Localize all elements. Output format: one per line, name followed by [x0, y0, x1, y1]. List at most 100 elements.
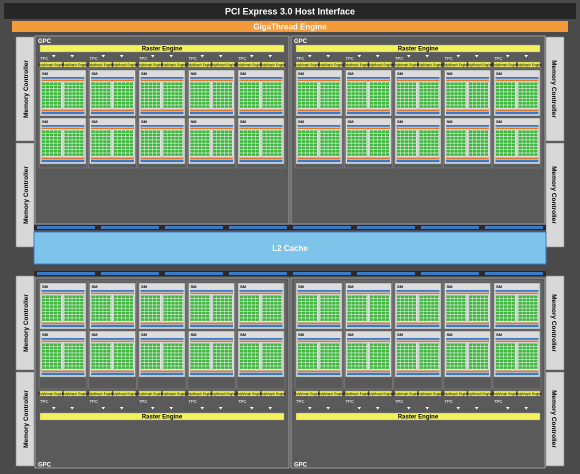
cuda-core — [107, 130, 111, 134]
cuda-core — [125, 95, 130, 99]
cuda-core — [480, 89, 485, 92]
cuda-core — [408, 363, 413, 366]
sm-instruction-cache — [140, 338, 184, 340]
cuda-core — [213, 92, 217, 95]
sm-texture-unit — [495, 111, 539, 115]
cuda-core — [278, 311, 282, 315]
cuda-core — [458, 343, 462, 347]
cuda-core — [458, 318, 462, 321]
cuda-core — [507, 89, 512, 92]
sm-texture-unit — [190, 159, 233, 163]
cuda-core — [373, 295, 378, 299]
cuda-core — [42, 98, 46, 102]
cuda-core — [454, 363, 458, 366]
cuda-core — [243, 298, 248, 302]
cuda-core — [530, 363, 534, 366]
gigathread-label: GigaThread Engine — [253, 23, 327, 32]
cuda-core — [107, 353, 111, 356]
cuda-core — [435, 92, 439, 95]
cuda-core — [530, 153, 534, 156]
cuda-core — [274, 343, 278, 347]
cuda-core — [472, 150, 477, 153]
cuda-core — [480, 102, 485, 105]
cuda-core — [49, 353, 54, 356]
sm-warp-scheduler — [190, 292, 233, 294]
cuda-core — [45, 308, 50, 312]
cuda-core — [64, 366, 68, 369]
cuda-core — [49, 92, 54, 95]
cuda-core — [202, 105, 206, 108]
cuda-core — [156, 82, 160, 86]
cuda-core — [144, 82, 149, 86]
cuda-core — [129, 143, 133, 147]
cuda-core — [305, 82, 310, 86]
cuda-core — [45, 298, 50, 302]
cuda-core — [412, 137, 416, 140]
cuda-core — [469, 130, 473, 134]
cuda-core — [397, 137, 401, 140]
cuda-core — [194, 85, 198, 89]
sm-instruction-cache — [91, 125, 134, 127]
cuda-core — [309, 153, 314, 156]
cuda-core — [385, 311, 389, 315]
cuda-core — [363, 140, 367, 143]
sm-load-store — [190, 322, 233, 325]
cuda-core — [476, 140, 481, 143]
cuda-core — [298, 350, 302, 353]
cuda-core — [64, 343, 68, 347]
cuda-core — [144, 350, 149, 353]
cuda-core — [400, 359, 405, 363]
cuda-core — [198, 89, 202, 92]
cuda-core — [408, 305, 413, 308]
cuda-core — [480, 311, 485, 315]
cuda-core — [278, 105, 282, 108]
cuda-core — [518, 133, 522, 137]
cuda-core — [224, 85, 229, 89]
cuda-core — [377, 153, 382, 156]
cuda-core — [313, 350, 317, 353]
cuda-core — [49, 346, 54, 350]
cuda-core — [324, 146, 328, 150]
cuda-core — [298, 346, 302, 350]
cuda-core — [251, 130, 256, 134]
cuda-core — [103, 298, 107, 302]
sm-label: SM — [240, 71, 247, 76]
cuda-core — [305, 85, 310, 89]
cuda-core — [355, 350, 359, 353]
sm-label: SM — [348, 71, 355, 76]
sm-load-store — [41, 370, 85, 373]
sm-label: SM — [92, 71, 99, 76]
cuda-core — [484, 153, 488, 156]
cuda-core — [381, 346, 386, 350]
crossbar-segment — [37, 272, 95, 275]
cuda-core — [534, 85, 538, 89]
cuda-core — [270, 150, 274, 153]
cuda-core — [53, 102, 58, 105]
cuda-core — [270, 346, 274, 350]
cuda-core — [240, 315, 244, 318]
cuda-core — [64, 311, 68, 315]
cuda-core — [42, 298, 46, 302]
sm-instruction-cache — [347, 338, 390, 340]
cuda-core — [114, 143, 118, 147]
sm-load-store — [495, 109, 539, 112]
cuda-core — [469, 102, 473, 105]
cuda-core — [262, 302, 266, 305]
cuda-core — [313, 150, 317, 153]
cuda-core — [313, 82, 317, 86]
sm-warp-scheduler — [396, 292, 440, 294]
cuda-core — [400, 308, 405, 312]
cuda-core — [243, 92, 248, 95]
cuda-core — [363, 153, 367, 156]
cuda-core — [107, 153, 111, 156]
cuda-core — [152, 95, 157, 99]
cuda-core — [309, 105, 314, 108]
cuda-core — [313, 105, 317, 108]
cuda-core — [503, 150, 508, 153]
cuda-core — [301, 315, 306, 318]
raster-engine-label: Raster Engine — [398, 47, 439, 53]
cuda-core — [480, 305, 485, 308]
cuda-core — [278, 95, 282, 99]
polymorph-engine-label: PolyMorph Engine — [161, 63, 187, 67]
cuda-core — [190, 295, 194, 299]
